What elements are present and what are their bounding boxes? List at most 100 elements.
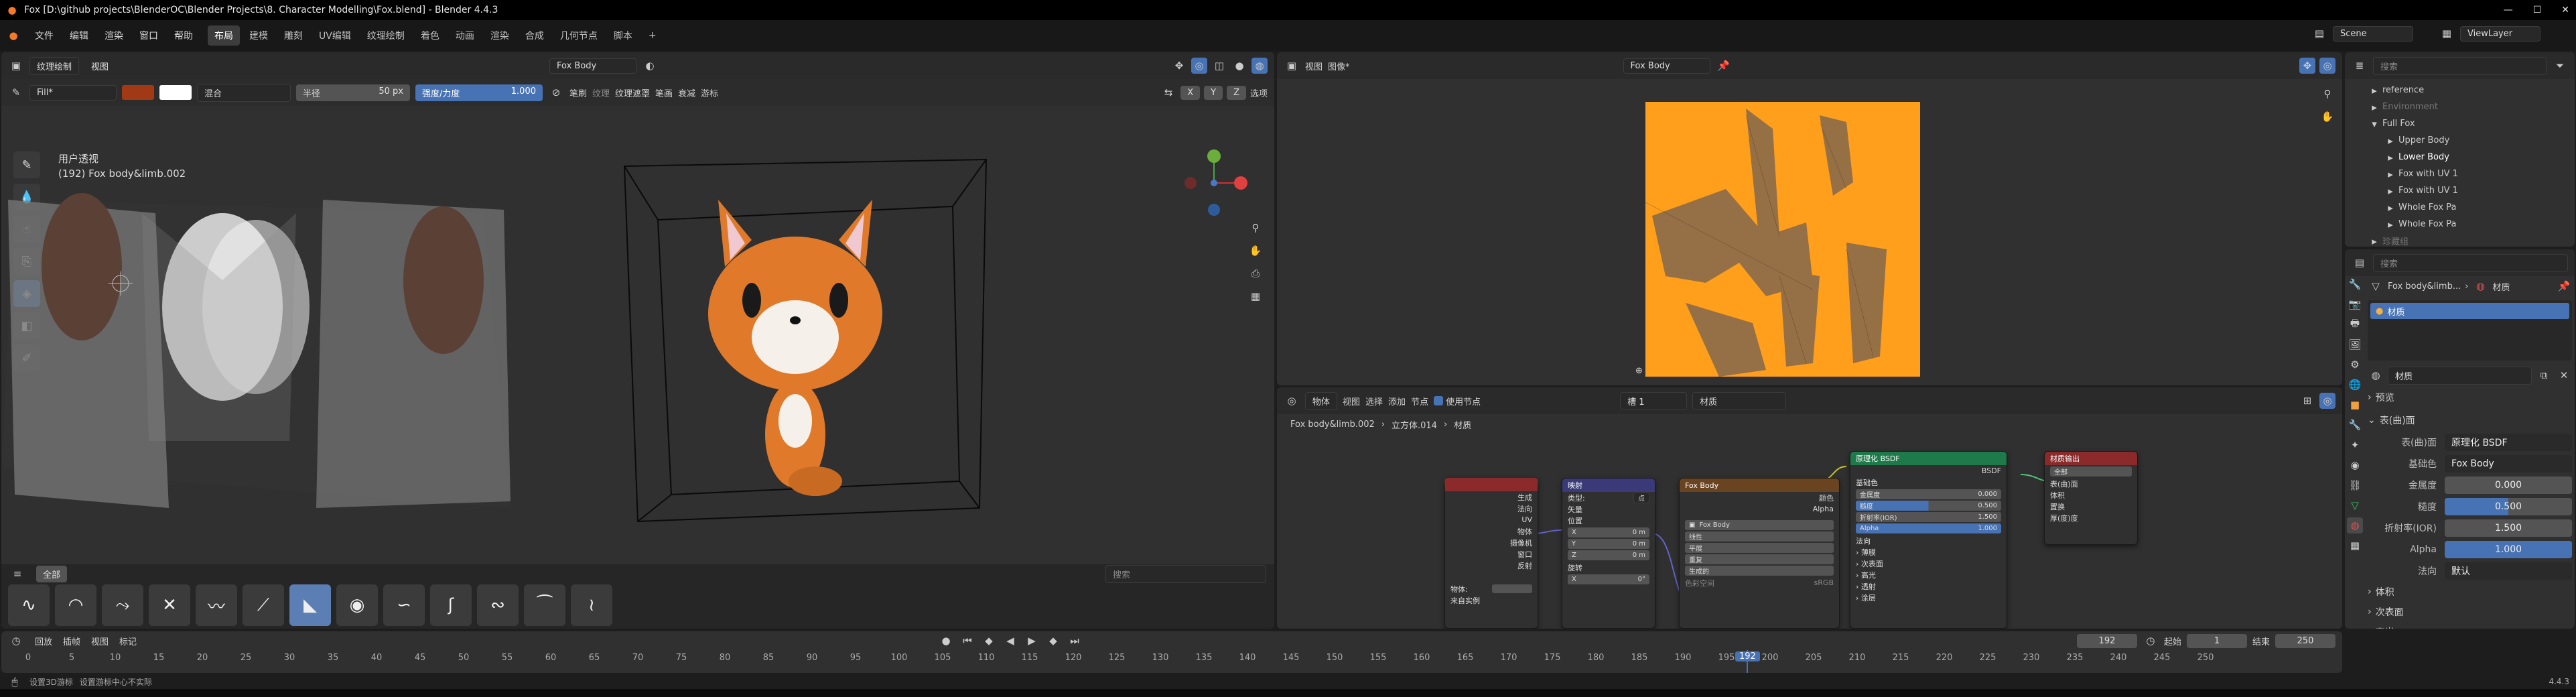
asset-shelf-tab-all[interactable]: 全部 [36, 565, 68, 582]
roughness-prop-field[interactable]: 0.500 [2445, 498, 2572, 515]
socket-window[interactable]: 窗口 [1445, 548, 1538, 560]
extension-dropdown[interactable]: 重复 [1685, 554, 1834, 564]
image-datablock-field[interactable]: ▣ Fox Body [1685, 520, 1834, 530]
socket-uv[interactable]: UV [1445, 514, 1538, 525]
outliner-type-icon[interactable]: ≣ [2352, 58, 2368, 74]
play-icon[interactable]: ▶ [1024, 633, 1040, 649]
image-editor[interactable]: ▣ 视图 图像* Fox Body 📌 ✥ ◎ ⊕ ⚲ ✋ [1277, 52, 2342, 385]
subsurface-panel[interactable]: › 薄膜 [1850, 546, 2007, 558]
image-pan-icon[interactable]: ✋ [2319, 109, 2335, 125]
jump-start-icon[interactable]: ⏮ [959, 633, 975, 649]
outliner-item-environment[interactable]: ▸ Environment [2350, 99, 2569, 115]
outliner-item-whole-fox-1[interactable]: ▸ Whole Fox Pa [2350, 199, 2569, 216]
viewlayer-selector[interactable]: ViewLayer [2460, 25, 2540, 42]
camera-icon[interactable]: ⎙ [1247, 265, 1264, 281]
node-mapping[interactable]: 映射 类型: 点 矢量 位置 X0 m Y0 m Z0 m 旋转 X 0° [1562, 478, 1655, 629]
shading-icon[interactable]: ◐ [642, 58, 658, 74]
interpolation-dropdown[interactable]: 线性 [1685, 531, 1834, 542]
tab-sculpting[interactable]: 雕刻 [277, 25, 310, 46]
scene-tab-icon[interactable]: ⚙ [2347, 357, 2363, 373]
roughness-field[interactable]: 糙度 0.500 [1856, 501, 2001, 511]
volume-panel-header[interactable]: › 体积 [2368, 582, 2572, 602]
alpha-field[interactable]: Alpha 1.000 [1856, 523, 2001, 533]
copy-material-icon[interactable]: ⧉ [2536, 367, 2552, 383]
cursor-menu[interactable]: 游标 [701, 86, 718, 99]
brush-selector[interactable]: Fill* [29, 84, 117, 101]
location-z-field[interactable]: Z0 m [1568, 550, 1649, 560]
record-icon[interactable]: ● [938, 633, 954, 649]
socket-generated[interactable]: 生成 [1445, 491, 1538, 503]
specular-panel-header[interactable]: ›高光 [2368, 622, 2572, 629]
zoom-icon[interactable]: ⚲ [1247, 220, 1264, 236]
jump-end-icon[interactable]: ⏭ [1067, 633, 1083, 649]
node-material-output[interactable]: 材质输出 全部 表(曲)面 体积 置换 厚(度)度 [2044, 451, 2138, 545]
data-tab-icon[interactable]: ▽ [2347, 497, 2363, 513]
socket-normal-input[interactable]: 法向 [1850, 535, 2007, 546]
material-browse-icon[interactable]: ◍ [2368, 367, 2384, 383]
source-dropdown[interactable]: 生成的 [1685, 566, 1834, 576]
coat-section[interactable]: › 涂层 [1850, 592, 2007, 603]
brush-thumb-erase-hard[interactable]: ✕ [149, 584, 190, 626]
location-y-field[interactable]: Y0 m [1568, 539, 1649, 549]
subsurface-section[interactable]: › 次表面 [1850, 558, 2007, 569]
projection-dropdown[interactable]: 平展 [1685, 543, 1834, 553]
location-x-field[interactable]: X0 m [1568, 527, 1649, 537]
brush-thumb-texture[interactable]: ≀ [571, 584, 612, 626]
socket-bsdf[interactable]: BSDF [1850, 465, 2007, 477]
image-view-menu[interactable]: 视图 [1305, 60, 1323, 72]
brush-menu[interactable]: 笔刷 [569, 86, 587, 99]
view-layer-tab-icon[interactable]: 🖼 [2347, 336, 2363, 353]
world-tab-icon[interactable]: 🌐 [2347, 377, 2363, 393]
node-texture-coordinate[interactable]: 纹理坐标 生成 法向 UV 物体 摄像机 窗口 反射 物体: 来自实例 [1444, 478, 1538, 629]
physics-tab-icon[interactable]: ◉ [2347, 457, 2363, 473]
close-icon[interactable]: ✕ [2561, 5, 2569, 15]
marker-menu[interactable]: 标记 [119, 635, 137, 647]
rotation-x-field[interactable]: X 0° [1568, 574, 1649, 584]
outliner[interactable]: ≣ 搜索 ⏷ ▸ reference ▸ Environment ▾ Full Fox… [2345, 52, 2575, 247]
gizmo-icon[interactable]: ✥ [1171, 58, 1187, 74]
object-tab-icon[interactable]: ■ [2347, 397, 2363, 413]
brush-thumb-blur[interactable]: ◠ [55, 584, 96, 626]
metallic-prop-field[interactable]: 0.000 [2445, 477, 2572, 494]
output-target-dropdown[interactable]: 全部 [2050, 466, 2132, 477]
tab-shading[interactable]: 着色 [414, 25, 446, 46]
specular-section[interactable]: › 高光 [1850, 569, 2007, 580]
timeline[interactable]: ◷ 回放 插帧 视图 标记 ● ⏮ ◆ ◀ ▶ ◆ ⏭ 192 ◷ 起始 1 结… [1, 631, 2342, 673]
tab-compositing[interactable]: 合成 [519, 25, 551, 46]
material-slot-list[interactable]: ● 材质 [2368, 300, 2572, 361]
minimize-icon[interactable]: — [2504, 5, 2513, 15]
blender-menu-icon[interactable]: ● [5, 27, 21, 44]
brush-thumb-erase-hardness[interactable]: ⟋ [243, 584, 284, 626]
transmission-section[interactable]: › 透射 [1850, 580, 2007, 592]
constraints-tab-icon[interactable]: ⛓ [2347, 477, 2363, 493]
image-editor-type-icon[interactable]: ▣ [1284, 58, 1300, 74]
output-tab-icon[interactable]: 🖶 [2347, 316, 2363, 332]
tab-scripting[interactable]: 脚本 [607, 25, 639, 46]
socket-thickness[interactable]: 厚(度)度 [2045, 512, 2137, 523]
brush-thumb-fill[interactable]: ◣ [289, 584, 331, 626]
tab-uv-editing[interactable]: UV编辑 [312, 25, 358, 46]
subsurface-panel-header[interactable]: › 次表面 [2368, 602, 2572, 622]
play-reverse-icon[interactable]: ◀ [1002, 633, 1018, 649]
ior-prop-field[interactable]: 1.500 [2445, 519, 2572, 537]
maximize-icon[interactable]: ☐ [2533, 5, 2542, 15]
outliner-item-lower-body[interactable]: ▸ Lower Body [2350, 149, 2569, 166]
stroke-menu[interactable]: 笔画 [655, 86, 673, 99]
colorspace-row[interactable]: 色彩空间 sRGB [1680, 577, 1839, 588]
surface-shader-field[interactable]: 原理化 BSDF [2445, 434, 2572, 451]
menu-window[interactable]: 窗口 [131, 20, 166, 51]
socket-location[interactable]: 位置 [1562, 515, 1655, 526]
socket-volume[interactable]: 体积 [2045, 489, 2137, 501]
outliner-item-collection[interactable]: ▸ 珍藏组 [2350, 233, 2569, 247]
brush-thumb-smear[interactable]: ∾ [477, 584, 519, 626]
socket-base-color[interactable]: 基础色 [1850, 477, 2007, 488]
modifier-tab-icon[interactable]: 🔧 [2347, 417, 2363, 433]
brush-thumb-airbrush[interactable]: ∿ [8, 584, 50, 626]
properties-search-input[interactable]: 搜索 [2373, 253, 2568, 272]
normal-prop-field[interactable]: 默认 [2445, 562, 2572, 580]
texture-mask-menu[interactable]: 纹理遮罩 [615, 86, 650, 99]
timeline-ruler[interactable]: 0 5 10 15 20 25 30 35 40 45 50 55 60 65 70 75 80 85 90 95 10… [1, 653, 2342, 669]
options-menu[interactable]: 选项 [1250, 86, 1268, 99]
socket-normal[interactable]: 法向 [1445, 503, 1538, 514]
socket-surface[interactable]: 表(曲)面 [2045, 478, 2137, 489]
